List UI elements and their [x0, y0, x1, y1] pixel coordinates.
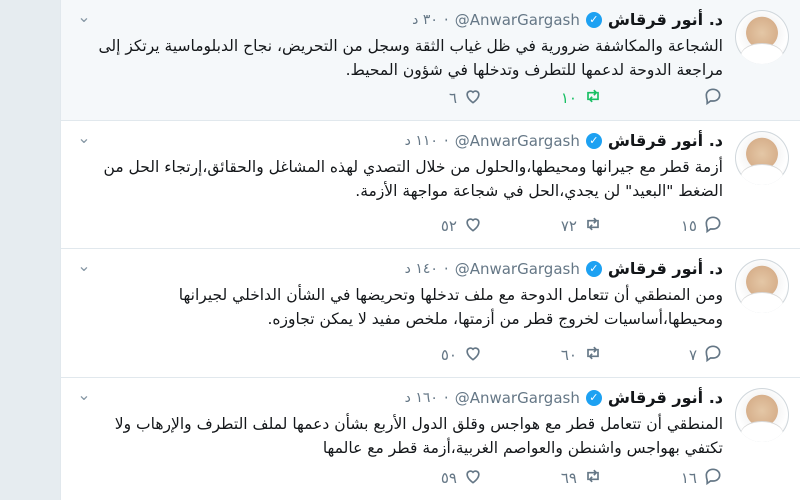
chevron-down-icon[interactable]: ⌄	[75, 129, 93, 147]
like-button[interactable]: ٥٠	[441, 345, 483, 365]
like-button[interactable]: ٥٢	[441, 216, 483, 236]
retweet-icon	[583, 466, 603, 490]
author-name[interactable]: د. أنور قرقاش	[608, 388, 723, 408]
separator-dot: ·	[443, 132, 449, 150]
verified-badge-icon: ✓	[585, 12, 602, 28]
separator-dot: ·	[443, 11, 449, 29]
author-handle[interactable]: @AnwarGargash	[455, 388, 580, 408]
verified-badge-icon: ✓	[585, 261, 602, 277]
retweet-button[interactable]: ٦٠	[561, 345, 603, 365]
heart-icon	[463, 86, 483, 110]
like-count: ٥٢	[440, 217, 457, 235]
reply-icon	[703, 343, 723, 367]
tweet-text: الشجاعة والمكاشفة ضرورية في ظل غياب الثق…	[98, 37, 723, 79]
chevron-down-icon[interactable]: ⌄	[75, 8, 93, 26]
avatar[interactable]	[735, 131, 789, 185]
reply-icon	[703, 466, 723, 490]
like-button[interactable]: ٦	[449, 88, 483, 108]
retweet-button[interactable]: ٦٩	[561, 468, 603, 488]
tweet[interactable]: د. أنور قرقاش ✓ @AnwarGargash · ٣٠ د ⌄ ا…	[61, 0, 800, 121]
tweet-actions: ١٥ ٧٢ ٥٢	[163, 216, 723, 236]
reply-count: ١٥	[680, 217, 697, 235]
reply-icon	[703, 214, 723, 238]
tweet-header: د. أنور قرقاش ✓ @AnwarGargash · ١٤٠ د	[405, 259, 723, 279]
reply-count: ١٦	[680, 469, 697, 487]
reply-button[interactable]	[697, 88, 723, 108]
author-name[interactable]: د. أنور قرقاش	[608, 131, 723, 151]
retweet-count: ٧٢	[560, 217, 577, 235]
reply-button[interactable]: ١٥	[681, 216, 723, 236]
tweet-actions: ٧ ٦٠ ٥٠	[163, 345, 723, 365]
retweet-count: ١٠	[560, 89, 577, 107]
verified-badge-icon: ✓	[585, 133, 602, 149]
tweet-header: د. أنور قرقاش ✓ @AnwarGargash · ٣٠ د	[412, 10, 723, 30]
tweet-text: المنطقي أن تتعامل قطر مع هواجس وقلق الدو…	[114, 415, 723, 457]
author-handle[interactable]: @AnwarGargash	[455, 259, 580, 279]
tweet-time[interactable]: ١٦٠ د	[405, 388, 438, 408]
tweet-actions: ١٦ ٦٩ ٥٩	[163, 468, 723, 488]
avatar[interactable]	[735, 10, 789, 64]
retweet-icon	[583, 214, 603, 238]
separator-dot: ·	[443, 389, 449, 407]
retweet-icon	[583, 86, 603, 110]
retweet-count: ٦٠	[560, 346, 577, 364]
heart-icon	[463, 214, 483, 238]
tweet-time[interactable]: ١١٠ د	[405, 131, 438, 151]
reply-icon	[703, 86, 723, 110]
like-count: ٥٩	[440, 469, 457, 487]
tweet-header: د. أنور قرقاش ✓ @AnwarGargash · ١٦٠ د	[405, 388, 723, 408]
tweet-time[interactable]: ١٤٠ د	[405, 259, 438, 279]
tweet-actions: ١٠ ٦	[163, 88, 723, 108]
reply-button[interactable]: ٧	[689, 345, 723, 365]
reply-button[interactable]: ١٦	[681, 468, 723, 488]
avatar[interactable]	[735, 388, 789, 442]
heart-icon	[463, 343, 483, 367]
author-handle[interactable]: @AnwarGargash	[455, 131, 580, 151]
tweet-header: د. أنور قرقاش ✓ @AnwarGargash · ١١٠ د	[405, 131, 723, 151]
tweet[interactable]: د. أنور قرقاش ✓ @AnwarGargash · ١١٠ د ⌄ …	[61, 121, 800, 249]
tweet-text: ومن المنطقي أن تتعامل الدوحة مع ملف تدخل…	[178, 286, 723, 328]
retweet-button[interactable]: ٧٢	[561, 216, 603, 236]
reply-count: ٧	[688, 346, 697, 364]
retweet-count: ٦٩	[560, 469, 577, 487]
tweet-text: أزمة قطر مع جيرانها ومحيطها،والحلول من خ…	[103, 158, 723, 200]
tweet-time[interactable]: ٣٠ د	[412, 10, 438, 30]
like-count: ٦	[448, 89, 457, 107]
tweet[interactable]: د. أنور قرقاش ✓ @AnwarGargash · ١٦٠ د ⌄ …	[61, 378, 800, 500]
chevron-down-icon[interactable]: ⌄	[75, 386, 93, 404]
author-name[interactable]: د. أنور قرقاش	[608, 10, 723, 30]
author-handle[interactable]: @AnwarGargash	[455, 10, 580, 30]
retweet-icon	[583, 343, 603, 367]
retweet-button[interactable]: ١٠	[561, 88, 603, 108]
chevron-down-icon[interactable]: ⌄	[75, 257, 93, 275]
verified-badge-icon: ✓	[585, 390, 602, 406]
separator-dot: ·	[443, 260, 449, 278]
author-name[interactable]: د. أنور قرقاش	[608, 259, 723, 279]
heart-icon	[463, 466, 483, 490]
like-count: ٥٠	[440, 346, 457, 364]
like-button[interactable]: ٥٩	[441, 468, 483, 488]
avatar[interactable]	[735, 259, 789, 313]
tweet-feed: د. أنور قرقاش ✓ @AnwarGargash · ٣٠ د ⌄ ا…	[60, 0, 800, 500]
tweet[interactable]: د. أنور قرقاش ✓ @AnwarGargash · ١٤٠ د ⌄ …	[61, 249, 800, 378]
